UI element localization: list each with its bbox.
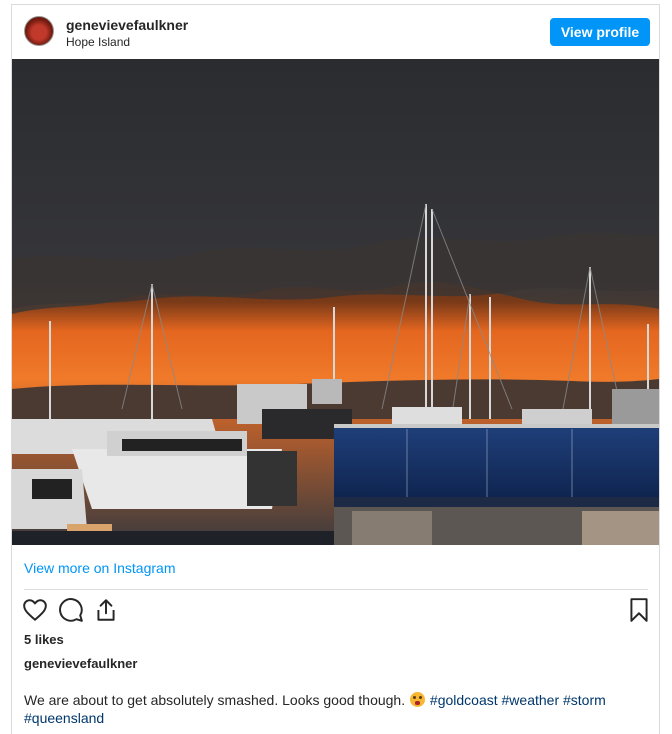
caption-text: We are about to get absolutely smashed. … [24,692,406,708]
caption-username[interactable]: genevievefaulkner [24,656,137,671]
post-photo[interactable] [12,59,659,545]
comment-icon[interactable] [58,597,84,623]
hashtag[interactable]: #goldcoast [430,692,498,708]
embedded-post-card: genevievefaulkner Hope Island View profi… [11,4,660,734]
hashtag[interactable]: #storm [563,692,606,708]
view-profile-button[interactable]: View profile [550,18,650,46]
post-username[interactable]: genevievefaulkner [66,17,188,33]
post-location[interactable]: Hope Island [66,35,130,49]
tongue-emoji-icon [410,692,426,707]
view-more-link[interactable]: View more on Instagram [24,560,175,576]
divider [24,589,648,590]
hashtag[interactable]: #queensland [24,710,104,726]
hashtag[interactable]: #weather [502,692,560,708]
bookmark-icon[interactable] [626,597,652,623]
heart-icon[interactable] [22,597,48,623]
avatar[interactable] [24,16,54,46]
share-icon[interactable] [93,597,119,623]
post-header: genevievefaulkner Hope Island View profi… [12,5,659,60]
likes-count[interactable]: 5 likes [24,632,64,647]
post-caption: We are about to get absolutely smashed. … [24,691,644,727]
